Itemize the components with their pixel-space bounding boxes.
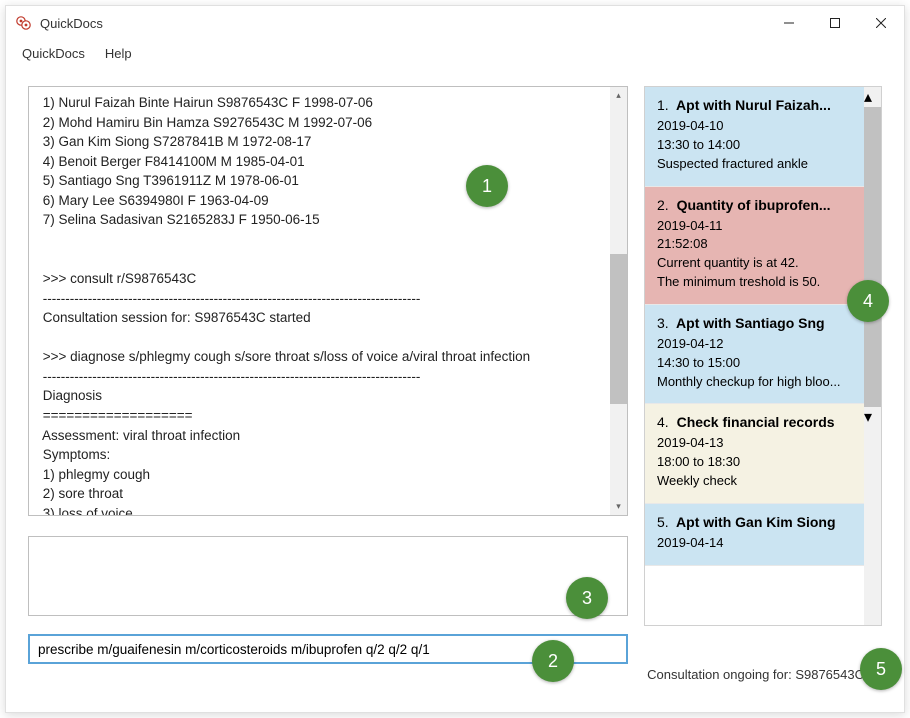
console-line: 5) Santiago Sng T3961911Z M 1978-06-01 <box>39 171 617 191</box>
console-line: 1) phlegmy cough <box>39 465 617 485</box>
app-icon <box>16 15 32 31</box>
content-area: 1) Nurul Faizah Binte Hairun S9876543C F… <box>6 66 904 712</box>
reminder-line: Weekly check <box>657 472 852 491</box>
console-line: 1) Nurul Faizah Binte Hairun S9876543C F… <box>39 93 617 113</box>
reminder-card[interactable]: 1. Apt with Nurul Faizah... 2019-04-1013:… <box>645 87 864 187</box>
console-line: >>> diagnose s/phlegmy cough s/sore thro… <box>39 347 617 367</box>
scroll-up-icon[interactable]: ▴ <box>864 87 881 107</box>
scroll-thumb[interactable] <box>864 107 881 407</box>
reminder-card[interactable]: 4. Check financial records 2019-04-1318:0… <box>645 404 864 504</box>
console-line: ----------------------------------------… <box>39 289 617 309</box>
window-controls <box>766 6 904 40</box>
console-line: >>> consult r/S9876543C <box>39 269 617 289</box>
minimize-button[interactable] <box>766 6 812 40</box>
callout-5: 5 <box>860 648 902 690</box>
reminder-line: 14:30 to 15:00 <box>657 354 852 373</box>
reminder-line: 2019-04-12 <box>657 335 852 354</box>
reminder-title: 1. Apt with Nurul Faizah... <box>657 97 852 113</box>
window-title: QuickDocs <box>40 16 103 31</box>
console-line: 2) Mohd Hamiru Bin Hamza S9276543C M 199… <box>39 113 617 133</box>
reminder-line: 2019-04-13 <box>657 434 852 453</box>
window-frame: QuickDocs QuickDocs Help 1) Nurul Faizah… <box>5 5 905 713</box>
reminder-line: 2019-04-11 <box>657 217 852 236</box>
maximize-button[interactable] <box>812 6 858 40</box>
console-line: Diagnosis <box>39 386 617 406</box>
console-output[interactable]: 1) Nurul Faizah Binte Hairun S9876543C F… <box>28 86 628 516</box>
console-line: 4) Benoit Berger F8414100M M 1985-04-01 <box>39 152 617 172</box>
reminder-card[interactable]: 3. Apt with Santiago Sng 2019-04-1214:30 … <box>645 305 864 405</box>
reminder-line: The minimum treshold is 50. <box>657 273 852 292</box>
reminder-card[interactable]: 5. Apt with Gan Kim Siong 2019-04-14 <box>645 504 864 566</box>
callout-2: 2 <box>532 640 574 682</box>
reminder-line: Suspected fractured ankle <box>657 155 852 174</box>
callout-3: 3 <box>566 577 608 619</box>
scroll-down-icon[interactable]: ▾ <box>864 407 881 427</box>
reminder-title: 4. Check financial records <box>657 414 852 430</box>
reminders-sidebar: 1. Apt with Nurul Faizah... 2019-04-1013:… <box>644 86 882 626</box>
callout-1: 1 <box>466 165 508 207</box>
callout-4: 4 <box>847 280 889 322</box>
console-line: =================== <box>39 406 617 426</box>
titlebar: QuickDocs <box>6 6 904 40</box>
scroll-up-icon[interactable]: ▴ <box>610 87 627 104</box>
reminder-line: Current quantity is at 42. <box>657 254 852 273</box>
sidebar-scrollbar[interactable]: ▴ ▾ <box>864 87 881 625</box>
console-line: Symptoms: <box>39 445 617 465</box>
console-text: 1) Nurul Faizah Binte Hairun S9876543C F… <box>39 93 617 516</box>
reminder-card[interactable]: 2. Quantity of ibuprofen... 2019-04-1121:… <box>645 187 864 305</box>
console-line: 3) loss of voice <box>39 504 617 516</box>
reminder-line: 2019-04-10 <box>657 117 852 136</box>
console-line <box>39 230 617 250</box>
reminder-title: 2. Quantity of ibuprofen... <box>657 197 852 213</box>
console-line <box>39 250 617 270</box>
reminder-line: 2019-04-14 <box>657 534 852 553</box>
reminder-line: Monthly checkup for high bloo... <box>657 373 852 392</box>
reminder-line: 18:00 to 18:30 <box>657 453 852 472</box>
scroll-thumb[interactable] <box>610 254 627 404</box>
reminder-title: 3. Apt with Santiago Sng <box>657 315 852 331</box>
console-line: 7) Selina Sadasivan S2165283J F 1950-06-… <box>39 210 617 230</box>
console-line: ----------------------------------------… <box>39 367 617 387</box>
scroll-down-icon[interactable]: ▾ <box>610 498 627 515</box>
console-line: 6) Mary Lee S6394980I F 1963-04-09 <box>39 191 617 211</box>
status-text: Consultation ongoing for: S9876543C <box>647 667 864 682</box>
console-line: 3) Gan Kim Siong S7287841B M 1972-08-17 <box>39 132 617 152</box>
console-line <box>39 328 617 348</box>
reminder-line: 13:30 to 14:00 <box>657 136 852 155</box>
menu-quickdocs[interactable]: QuickDocs <box>22 46 85 61</box>
reminder-line: 21:52:08 <box>657 235 852 254</box>
menu-help[interactable]: Help <box>105 46 132 61</box>
console-line: Assessment: viral throat infection <box>39 426 617 446</box>
console-scrollbar[interactable]: ▴ ▾ <box>610 87 627 515</box>
main-column: 1) Nurul Faizah Binte Hairun S9876543C F… <box>28 86 628 664</box>
message-panel <box>28 536 628 616</box>
close-button[interactable] <box>858 6 904 40</box>
menubar: QuickDocs Help <box>6 40 904 66</box>
console-line: Consultation session for: S9876543C star… <box>39 308 617 328</box>
reminder-title: 5. Apt with Gan Kim Siong <box>657 514 852 530</box>
console-line: 2) sore throat <box>39 484 617 504</box>
